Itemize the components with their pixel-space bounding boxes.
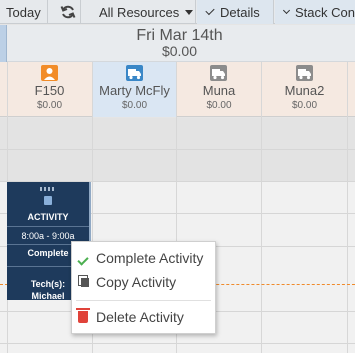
resource-muna[interactable]: Muna $0.00 [177, 62, 261, 117]
menu-item-label: Delete Activity [96, 309, 184, 325]
resource-amount: $0.00 [36, 100, 63, 111]
details-label: Details [220, 4, 260, 20]
grid-line [0, 343, 355, 344]
today-label: Today [6, 4, 41, 20]
divider [7, 226, 89, 227]
resource-f150[interactable]: F150 $0.00 [7, 62, 92, 117]
resources-dropdown[interactable]: All Resources [88, 0, 196, 24]
menu-item-label: Complete Activity [96, 250, 204, 266]
resources-label: All Resources [99, 4, 180, 20]
resource-row: F150 $0.00 Marty McFly $0.00 Muna $0.00 … [0, 62, 355, 117]
context-menu: Complete Activity Copy Activity Delete A… [71, 241, 216, 334]
resource-name: Muna [202, 83, 236, 98]
today-button[interactable]: Today [0, 0, 48, 24]
person-icon [40, 65, 58, 81]
activity-type-icon [44, 196, 52, 205]
resource-name: Marty McFly [99, 83, 170, 98]
resource-name: F150 [34, 83, 65, 98]
stack-label: Stack Con [295, 4, 355, 20]
activity-title: ACTIVITY [27, 212, 69, 222]
resource-marty-mcfly[interactable]: Marty McFly $0.00 [93, 62, 176, 117]
day-total: $0.00 [161, 43, 198, 59]
resource-amount: $0.00 [121, 100, 148, 111]
complete-activity-menu-item[interactable]: Complete Activity [72, 246, 215, 270]
chevron-down-icon [185, 9, 194, 15]
activity-time: 8:00a - 9:00a [21, 231, 75, 241]
check-icon [77, 254, 89, 266]
header-edge [0, 25, 7, 62]
resource-amount: $0.00 [291, 100, 318, 111]
refresh-button[interactable] [55, 0, 81, 24]
grid-line [0, 149, 355, 150]
stack-toggle[interactable]: Stack Con [275, 0, 355, 24]
grid-column-divider [261, 62, 262, 353]
copy-icon [78, 275, 90, 287]
resource-muna2[interactable]: Muna2 $0.00 [262, 62, 347, 117]
refresh-icon [60, 5, 75, 19]
truck-icon [210, 65, 227, 81]
check-icon [205, 5, 215, 16]
details-toggle[interactable]: Details [197, 0, 274, 24]
trash-icon [76, 307, 90, 323]
grid-column-divider [347, 62, 348, 353]
truck-icon [295, 65, 313, 81]
resource-amount: $0.00 [206, 100, 232, 111]
menu-item-label: Copy Activity [96, 274, 177, 290]
toolbar: Today All Resources Details Stack Con [0, 0, 355, 24]
day-header: Fri Mar 14th $0.00 [0, 25, 355, 62]
menu-divider [76, 300, 211, 301]
drag-handle-icon[interactable] [40, 187, 56, 191]
truck-icon [125, 65, 143, 81]
delete-activity-menu-item[interactable]: Delete Activity [72, 305, 215, 329]
copy-activity-menu-item[interactable]: Copy Activity [72, 270, 215, 294]
resource-name: Muna2 [284, 83, 325, 98]
check-icon [282, 6, 291, 15]
